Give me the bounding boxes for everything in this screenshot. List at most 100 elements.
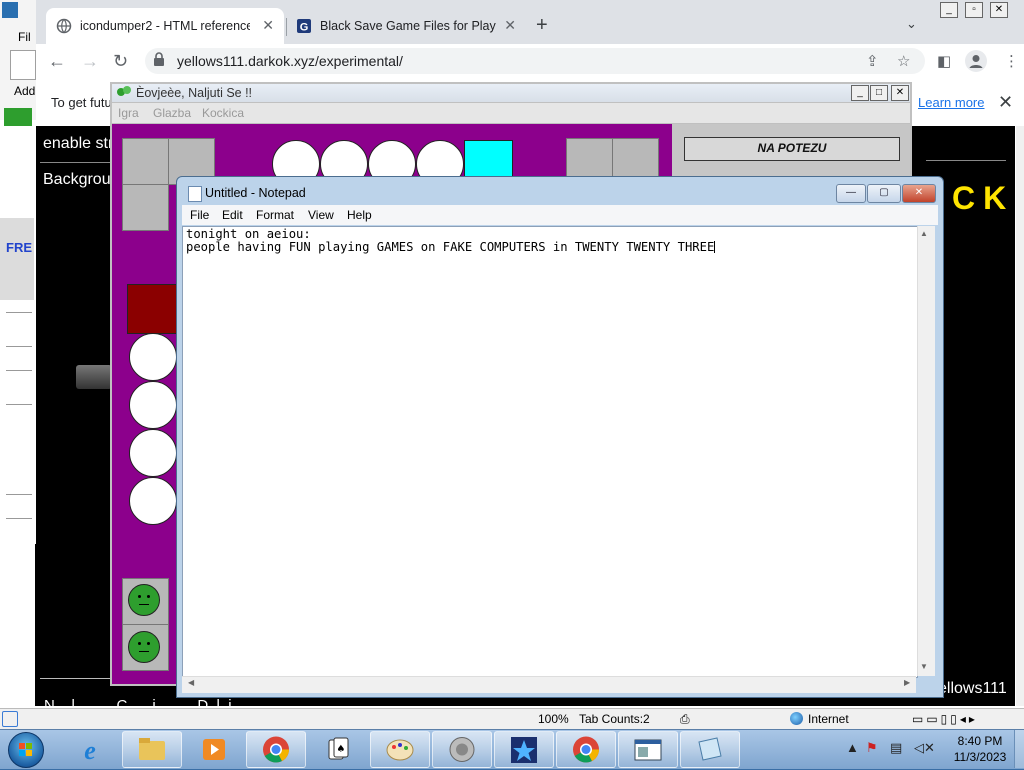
url-text[interactable]: yellows111.darkok.xyz/experimental/: [177, 53, 403, 69]
printer-icon[interactable]: ⎙: [680, 712, 690, 727]
volume-muted-icon[interactable]: ◁✕: [914, 740, 935, 756]
page-scrollbar[interactable]: [1016, 126, 1024, 706]
notepad-icon: [698, 737, 722, 761]
close-icon[interactable]: ✕: [902, 184, 936, 203]
enable-stream-text: enable str: [43, 135, 114, 152]
horizontal-scrollbar[interactable]: [182, 676, 916, 693]
close-icon[interactable]: ✕: [891, 85, 909, 101]
globe-icon: [56, 18, 72, 34]
turn-label: NA POTEZU: [757, 141, 827, 155]
notepad-text-area[interactable]: [182, 226, 918, 678]
lock-icon[interactable]: [152, 51, 166, 67]
taskbar-window[interactable]: [618, 731, 678, 768]
taskbar-chrome[interactable]: [246, 731, 306, 768]
menu-view[interactable]: View: [308, 208, 334, 222]
star-icon: [511, 737, 537, 763]
tab-search-icon[interactable]: ⌄: [906, 16, 917, 32]
menu-dots-icon[interactable]: ⋮: [1004, 52, 1019, 70]
share-icon[interactable]: ⇪: [866, 52, 879, 70]
home-square[interactable]: [122, 184, 169, 231]
taskbar-paint[interactable]: [370, 731, 430, 768]
status-bar-buttons[interactable]: ▭▭▯▯◂▸: [912, 712, 978, 726]
taskbar-internet-explorer[interactable]: e: [60, 731, 120, 768]
taskbar-notepad[interactable]: [680, 731, 740, 768]
taskbar-file-explorer[interactable]: [122, 731, 182, 768]
text-line-2: people having FUN playing GAMES on FAKE …: [186, 240, 715, 254]
chrome-icon: [573, 736, 599, 763]
scroll-left-icon[interactable]: ◀: [188, 678, 194, 687]
profile-avatar-icon[interactable]: [965, 50, 987, 72]
side-panel-icon[interactable]: ◧: [937, 52, 951, 70]
network-icon[interactable]: ▤: [890, 740, 902, 756]
site-name-text: ellows111: [938, 680, 1007, 697]
minimize-icon[interactable]: —: [836, 184, 866, 203]
board-field[interactable]: [129, 429, 177, 477]
start-field-red[interactable]: [127, 284, 178, 334]
board-field[interactable]: [129, 477, 177, 525]
green-piece[interactable]: [128, 584, 160, 616]
zoom-level[interactable]: 100%: [538, 712, 569, 726]
taskbar-chrome-2[interactable]: [556, 731, 616, 768]
svg-text:G: G: [300, 22, 309, 34]
reload-button[interactable]: ↻: [113, 51, 128, 72]
green-piece[interactable]: [128, 631, 160, 663]
taskbar-sound[interactable]: [432, 731, 492, 768]
menu-edit[interactable]: Edit: [222, 208, 243, 222]
menu-glazba[interactable]: Glazba: [153, 106, 191, 120]
divider: [40, 162, 120, 163]
tab-counts: Tab Counts:2: [579, 712, 650, 726]
tab-icondumper[interactable]: icondumper2 - HTML reference o ✕: [46, 8, 284, 44]
action-center-icon[interactable]: ⚑: [866, 740, 878, 756]
scroll-up-icon[interactable]: ▲: [920, 229, 928, 238]
info-bar-close-icon[interactable]: ✕: [998, 92, 1013, 113]
home-square[interactable]: [122, 138, 169, 185]
maximize-icon[interactable]: □: [870, 85, 888, 101]
forward-button[interactable]: →: [81, 51, 99, 72]
learn-more-link[interactable]: Learn more: [918, 95, 984, 110]
menu-igra[interactable]: Igra: [118, 106, 139, 120]
board-field[interactable]: [129, 333, 177, 381]
background-panel: [0, 218, 34, 300]
show-desktop-button[interactable]: [1014, 730, 1024, 768]
menu-format[interactable]: Format: [256, 208, 294, 222]
show-hidden-icons[interactable]: ▲: [846, 740, 859, 755]
app-icon: [2, 2, 18, 18]
clock-time[interactable]: 8:40 PM: [950, 734, 1010, 748]
menu-file[interactable]: File: [190, 208, 209, 222]
tab-close-icon[interactable]: ✕: [504, 17, 516, 34]
minimize-icon[interactable]: _: [851, 85, 869, 101]
back-button[interactable]: ←: [48, 51, 66, 72]
taskbar-star-app[interactable]: [494, 731, 554, 768]
clock-date[interactable]: 11/3/2023: [950, 750, 1010, 764]
taskbar-media-player[interactable]: [184, 731, 244, 768]
list-divider: [6, 404, 32, 405]
scroll-down-icon[interactable]: ▼: [920, 662, 928, 671]
start-button[interactable]: [8, 732, 44, 768]
scroll-right-icon[interactable]: ▶: [904, 678, 910, 687]
menu-kockica[interactable]: Kockica: [202, 106, 244, 120]
vertical-scrollbar[interactable]: [917, 226, 935, 676]
site-logo-icon: G: [297, 19, 311, 34]
notepad-title: Untitled - Notepad: [205, 186, 306, 200]
star-icon[interactable]: ☆: [897, 52, 910, 70]
tab-close-icon[interactable]: ✕: [262, 17, 274, 34]
address-label: Add: [14, 84, 36, 98]
notepad-content[interactable]: tonight on aeiou: people having FUN play…: [186, 228, 716, 254]
background-list: [0, 300, 34, 540]
board-field[interactable]: [129, 381, 177, 429]
file-menu[interactable]: Fil: [18, 30, 31, 44]
close-icon[interactable]: ✕: [990, 2, 1008, 18]
address-field[interactable]: [10, 50, 36, 80]
media-player-icon: [203, 739, 225, 760]
maximize-icon[interactable]: ▢: [867, 184, 901, 203]
minimize-icon[interactable]: _: [940, 2, 958, 18]
taskbar-solitaire[interactable]: ♠: [308, 731, 368, 768]
info-bar-text: To get futu: [51, 95, 112, 110]
tab-black-save-game[interactable]: G Black Save Game Files for PlaySta ✕: [286, 8, 526, 44]
favorites-icon[interactable]: [4, 108, 32, 126]
new-tab-button[interactable]: +: [536, 14, 548, 37]
restore-icon[interactable]: ▫: [965, 2, 983, 18]
menu-help[interactable]: Help: [347, 208, 372, 222]
media-control[interactable]: [76, 365, 112, 389]
background-link-text[interactable]: FRE: [6, 240, 32, 255]
